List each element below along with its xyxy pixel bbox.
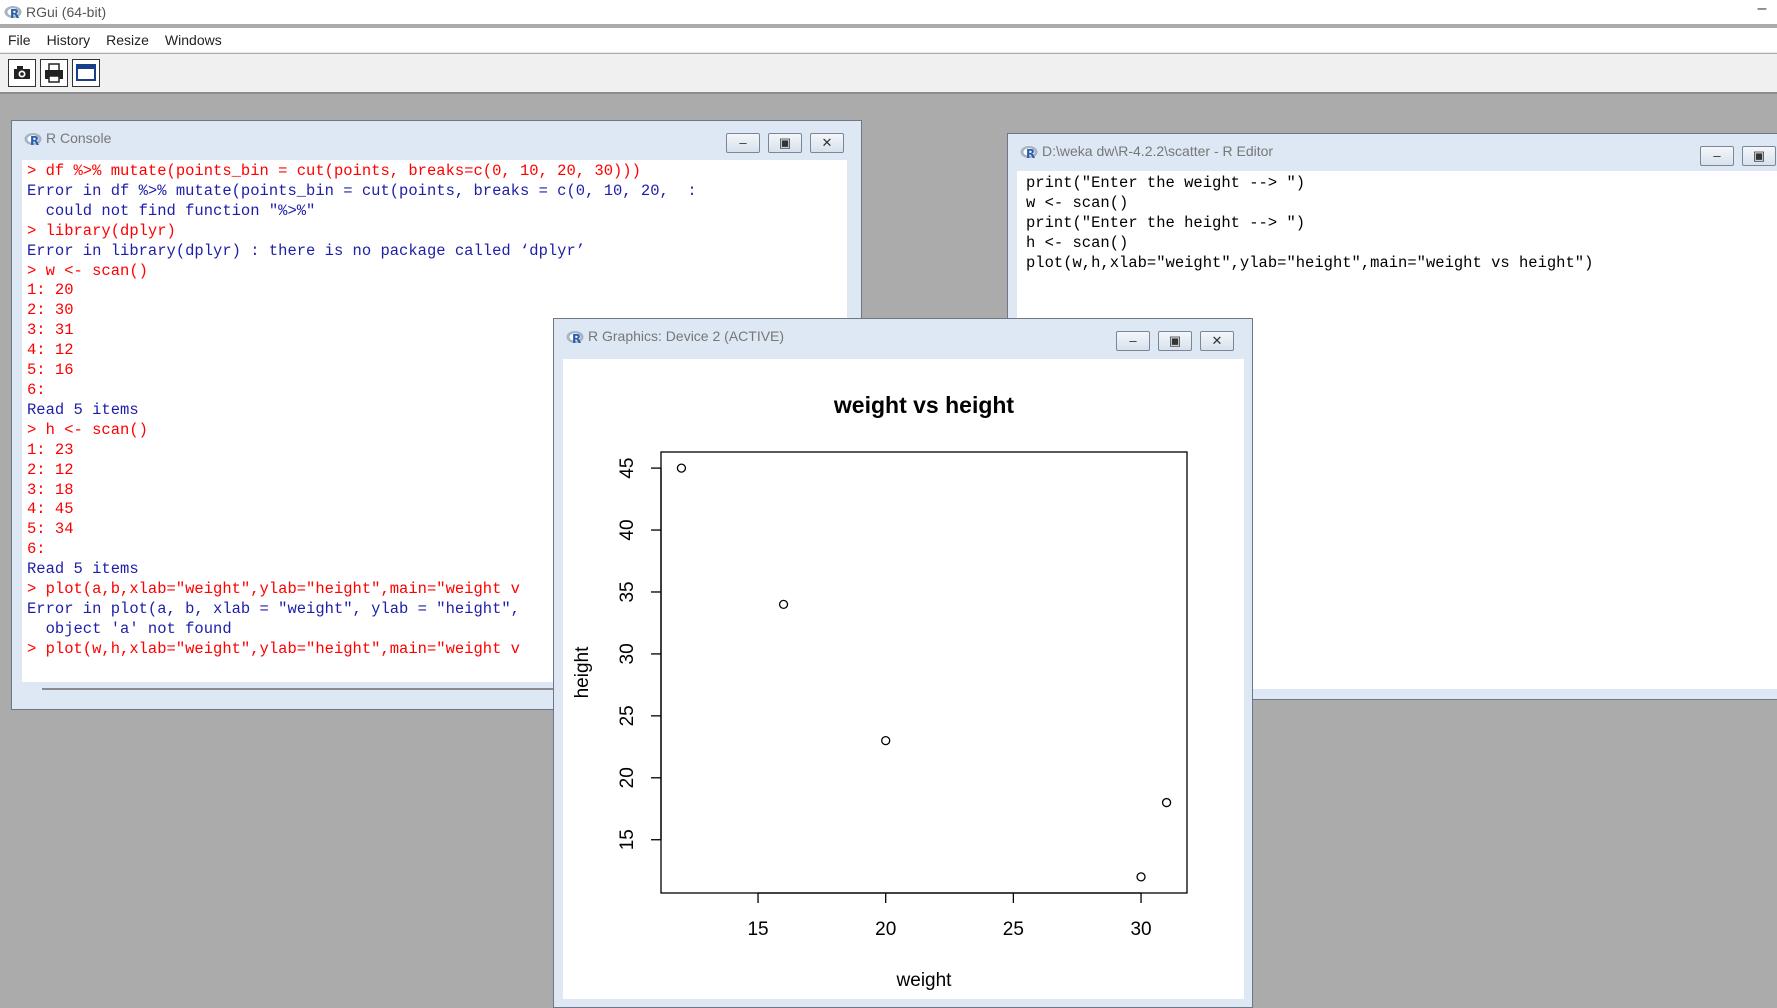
copy-to-clipboard-button[interactable] (8, 59, 36, 87)
data-point (881, 735, 891, 746)
graphics-canvas: weight vs height 15 20 25 30 15 20 25 30 35 40 45 we… (563, 359, 1244, 999)
y-tick-label: 20 (617, 767, 638, 788)
menu-file[interactable]: File (0, 32, 39, 48)
data-point (1161, 797, 1172, 808)
console-title: R Console (46, 130, 112, 146)
x-axis-label: weight (896, 970, 953, 991)
console-line: > library(dplyr) (27, 221, 176, 240)
x-tick-label: 30 (1130, 919, 1151, 940)
editor-line: print("Enter the height --> ") (1026, 213, 1306, 232)
editor-maximize-button[interactable]: ▣ (1742, 146, 1776, 166)
r-logo-icon: R (1020, 146, 1038, 159)
data-point (676, 463, 687, 473)
editor-title: D:\weka dw\R-4.2.2\scatter - R Editor (1042, 143, 1274, 159)
svg-text:R: R (30, 134, 39, 146)
y-tick-label: 35 (617, 581, 638, 602)
graphics-close-button[interactable]: ✕ (1200, 331, 1234, 351)
console-line: > df %>% mutate(points_bin = cut(points,… (27, 162, 641, 180)
console-line: Error in library(dplyr) : there is no pa… (27, 241, 586, 260)
x-tick-label: 15 (747, 919, 768, 940)
y-tick-label: 40 (617, 519, 638, 540)
y-tick-label: 30 (617, 643, 638, 664)
x-tick-label: 25 (1003, 919, 1024, 940)
svg-text:R: R (10, 7, 19, 19)
x-tick-label: 20 (875, 919, 896, 940)
chart-title: weight vs height (833, 392, 1015, 418)
editor-line: plot(w,h,xlab="weight",ylab="height",mai… (1026, 253, 1594, 272)
menubar: File History Resize Windows (0, 28, 1777, 53)
graphics-title: R Graphics: Device 2 (ACTIVE) (588, 328, 785, 344)
console-horizontal-scrollbar[interactable] (42, 688, 562, 690)
scatter-plot: weight vs height 15 20 25 30 15 20 25 30 35 40 45 we… (572, 392, 1188, 991)
console-line: Error in df %>% mutate(points_bin = cut(… (27, 181, 697, 200)
svg-text:R: R (572, 332, 581, 344)
r-logo-icon: R (566, 331, 584, 344)
console-line: 1: 20 (27, 281, 74, 300)
r-logo-icon: R (24, 133, 42, 146)
data-point (1136, 872, 1146, 882)
y-axis-label: height (572, 646, 593, 698)
app-titlebar: R RGui (64-bit) – (0, 0, 1777, 24)
window-icon (76, 64, 96, 81)
y-tick-label: 25 (617, 705, 638, 726)
svg-text:R: R (1026, 147, 1035, 159)
console-line: > w <- scan() (27, 261, 148, 280)
editor-line: h <- scan() (1026, 233, 1129, 252)
console-window-button[interactable] (72, 59, 100, 87)
print-button[interactable] (40, 59, 68, 87)
console-maximize-button[interactable]: ▣ (768, 133, 802, 153)
graphics-minimize-button[interactable]: – (1116, 331, 1150, 351)
console-line: could not find function "%>%" (27, 201, 316, 220)
console-minimize-button[interactable]: – (726, 133, 760, 153)
r-logo-icon: R (4, 6, 22, 19)
editor-line: print("Enter the weight --> ") (1026, 174, 1306, 192)
y-tick-label: 45 (617, 458, 638, 479)
editor-titlebar[interactable]: R D:\weka dw\R-4.2.2\scatter - R Editor (1008, 134, 1777, 168)
editor-minimize-button[interactable]: – (1700, 146, 1734, 166)
printer-icon (45, 63, 63, 83)
camera-icon (14, 66, 30, 79)
menu-windows[interactable]: Windows (157, 32, 230, 48)
app-minimize-button[interactable]: – (1747, 0, 1777, 24)
menu-resize[interactable]: Resize (98, 32, 157, 48)
graphics-maximize-button[interactable]: ▣ (1158, 331, 1192, 351)
toolbar (0, 54, 1777, 94)
menu-history[interactable]: History (39, 32, 99, 48)
y-tick-label: 15 (617, 829, 638, 850)
graphics-window: R R Graphics: Device 2 (ACTIVE) – ▣ ✕ we… (553, 318, 1253, 1008)
console-close-button[interactable]: ✕ (810, 133, 844, 153)
editor-line: w <- scan() (1026, 193, 1129, 212)
data-point (778, 599, 789, 610)
app-title: RGui (64-bit) (26, 4, 107, 20)
plot-box (660, 451, 1188, 894)
